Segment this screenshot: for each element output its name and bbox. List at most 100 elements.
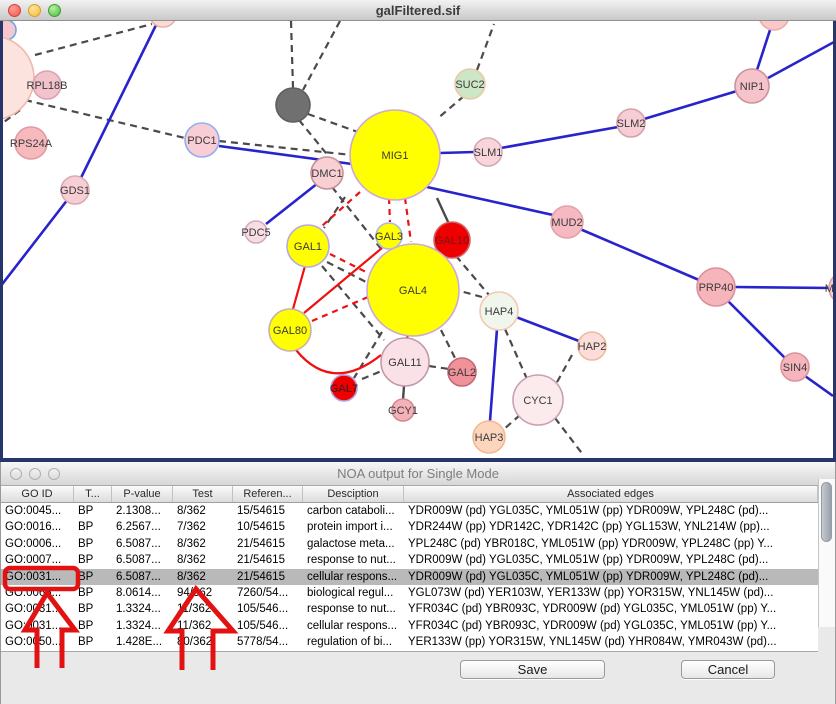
- minimize-button[interactable]: [28, 4, 41, 17]
- column-header-t[interactable]: T...: [74, 486, 112, 502]
- node-label: PRP40: [699, 282, 734, 294]
- network-edge[interactable]: [503, 415, 520, 430]
- network-edge[interactable]: [389, 198, 390, 222]
- node-label: GCY1: [388, 405, 418, 417]
- network-edge[interactable]: [437, 198, 449, 224]
- network-edge[interactable]: [501, 127, 618, 148]
- close-button[interactable]: [8, 4, 21, 17]
- node-label: GAL3: [375, 231, 403, 243]
- table-row[interactable]: GO:0006...BP6.5087...8/36221/54615galact…: [1, 536, 818, 552]
- vertical-scrollbar[interactable]: [818, 479, 835, 627]
- node-unlabeled[interactable]: [3, 36, 34, 120]
- graph-titlebar[interactable]: galFiltered.sif: [0, 0, 836, 21]
- table-cell: 1.428E...: [112, 634, 173, 650]
- column-header-desciption[interactable]: Desciption: [303, 486, 404, 502]
- node-label: HAP3: [475, 432, 504, 444]
- node-label: GAL2: [448, 367, 476, 379]
- table-cell: GO:0016...: [1, 519, 74, 535]
- table-row[interactable]: GO:0045...BP2.1308...8/36215/54615carbon…: [1, 503, 818, 519]
- node-label: NIP1: [740, 81, 764, 93]
- column-header-referen[interactable]: Referen...: [233, 486, 303, 502]
- table-cell: 11/362: [173, 618, 233, 634]
- minimize-button[interactable]: [29, 468, 41, 480]
- node-label: MSN: [825, 283, 833, 295]
- table-cell: 8/362: [173, 569, 233, 585]
- table-cell: GO:0050...: [1, 634, 74, 650]
- network-edge[interactable]: [25, 100, 185, 138]
- network-edge[interactable]: [505, 329, 527, 379]
- network-edge[interactable]: [405, 198, 411, 242]
- network-edge[interactable]: [362, 370, 384, 379]
- network-edge[interactable]: [293, 266, 305, 309]
- network-edge[interactable]: [354, 332, 382, 378]
- network-edge[interactable]: [303, 21, 340, 90]
- network-edge[interactable]: [757, 30, 770, 70]
- network-edge[interactable]: [580, 229, 699, 280]
- network-edge[interactable]: [437, 96, 464, 119]
- network-edge[interactable]: [516, 317, 579, 341]
- table-row[interactable]: GO:0007...BP6.5087...8/36221/54615respon…: [1, 552, 818, 568]
- network-edge[interactable]: [460, 291, 482, 297]
- table-cell: BP: [74, 569, 112, 585]
- table-row[interactable]: GO:0031...BP6.5087...8/36221/54615cellul…: [1, 569, 818, 585]
- network-edge[interactable]: [291, 21, 293, 88]
- column-header-test[interactable]: Test: [173, 486, 233, 502]
- window-title: galFiltered.sif: [0, 0, 836, 21]
- network-edge[interactable]: [734, 287, 831, 288]
- network-edge[interactable]: [429, 366, 449, 369]
- column-header-pvalue[interactable]: P-value: [112, 486, 173, 502]
- node-label: RPL18B: [27, 80, 68, 92]
- table-cell: GO:0007...: [1, 552, 74, 568]
- noa-titlebar[interactable]: NOA output for Single Mode: [1, 462, 835, 486]
- save-button[interactable]: Save: [460, 660, 605, 679]
- scrollbar-thumb[interactable]: [821, 482, 832, 542]
- table-cell: 8.0614...: [112, 585, 173, 601]
- table-cell: cellular respons...: [303, 618, 404, 634]
- table-row[interactable]: GO:0065...BP8.0614...94/3627260/54...bio…: [1, 585, 818, 601]
- network-edge[interactable]: [644, 91, 737, 119]
- close-button[interactable]: [10, 468, 22, 480]
- network-edge[interactable]: [555, 418, 584, 456]
- network-edge[interactable]: [728, 301, 785, 358]
- table-cell: 6.2567...: [112, 519, 173, 535]
- table-cell: YER133W (pp) YOR315W, YNL145W (pd) YHR08…: [404, 634, 818, 650]
- table-cell: 6.5087...: [112, 569, 173, 585]
- network-edge[interactable]: [403, 386, 404, 400]
- column-header-associatededges[interactable]: Associated edges: [404, 486, 818, 502]
- network-edge[interactable]: [324, 197, 345, 228]
- network-edge[interactable]: [556, 355, 572, 384]
- network-edge[interactable]: [456, 256, 489, 295]
- network-edge[interactable]: [35, 24, 152, 55]
- node-unlabeled[interactable]: [759, 21, 789, 30]
- network-edge[interactable]: [299, 120, 330, 158]
- node-unlabeled[interactable]: [276, 88, 310, 122]
- network-edge[interactable]: [805, 376, 833, 396]
- network-edge[interactable]: [441, 330, 456, 360]
- zoom-button[interactable]: [48, 468, 60, 480]
- network-edge[interactable]: [3, 190, 75, 287]
- table-cell: 2.1308...: [112, 503, 173, 519]
- network-edge[interactable]: [266, 183, 318, 224]
- network-edge[interactable]: [427, 187, 553, 215]
- table-row[interactable]: GO:0016...BP6.2567...7/36210/54615protei…: [1, 519, 818, 535]
- table-cell: YDR244W (pp) YDR142C, YDR142C (pp) YGL15…: [404, 519, 818, 535]
- node-label: RPS24A: [10, 138, 53, 150]
- network-edge[interactable]: [440, 152, 475, 153]
- table-row[interactable]: GO:0031...BP1.3324...11/362105/546...cel…: [1, 618, 818, 634]
- network-edge[interactable]: [477, 24, 494, 70]
- network-edge[interactable]: [75, 21, 158, 190]
- cancel-button[interactable]: Cancel: [681, 660, 775, 679]
- node-unlabeled[interactable]: [149, 21, 177, 27]
- zoom-button[interactable]: [48, 4, 61, 17]
- table-row[interactable]: GO:0050...BP1.428E...80/3625778/54...reg…: [1, 634, 818, 650]
- table-cell: 6.5087...: [112, 552, 173, 568]
- table-row[interactable]: GO:0031...BP1.3324...11/362105/546...res…: [1, 601, 818, 617]
- column-header-goid[interactable]: GO ID: [1, 486, 74, 502]
- network-edge[interactable]: [768, 42, 833, 78]
- table-cell: BP: [74, 601, 112, 617]
- network-edge[interactable]: [490, 329, 497, 421]
- results-table: GO IDT...P-valueTestReferen...Desciption…: [1, 486, 835, 652]
- table-cell: response to nut...: [303, 601, 404, 617]
- node-unlabeled[interactable]: [3, 21, 16, 40]
- network-canvas[interactable]: RPL18BRPS24AGDS1PDC1DMC1MIG1SUC2SLM1SLM2…: [3, 21, 833, 458]
